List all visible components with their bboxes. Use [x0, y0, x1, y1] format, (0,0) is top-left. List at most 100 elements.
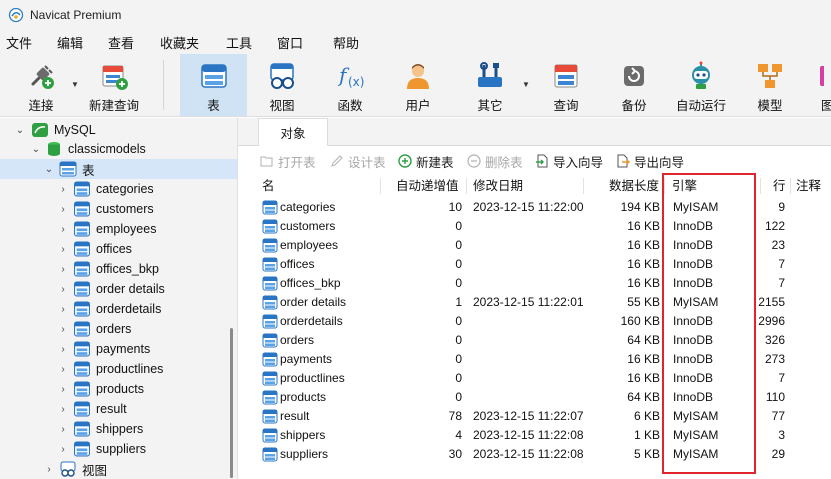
- tree-table-item[interactable]: › employees: [0, 219, 237, 239]
- menu-file[interactable]: 文件: [6, 33, 32, 52]
- table-button[interactable]: 表: [180, 54, 247, 116]
- menu-tools[interactable]: 工具: [226, 33, 252, 52]
- cell-data-length: 194 KB: [620, 200, 660, 214]
- tree-table-item[interactable]: › orders: [0, 319, 237, 339]
- table-row[interactable]: offices_bkp 0 16 KB InnoDB 7: [238, 274, 831, 293]
- tree-table-item[interactable]: › orderdetails: [0, 299, 237, 319]
- others-button[interactable]: 其它 ▼: [466, 54, 530, 116]
- table-row[interactable]: orderdetails 0 160 KB InnoDB 2996: [238, 312, 831, 331]
- new-table-button[interactable]: 新建表: [398, 152, 454, 170]
- chevron-right-icon[interactable]: ›: [58, 324, 68, 335]
- model-button[interactable]: 模型: [746, 54, 794, 116]
- chart-button[interactable]: 图: [808, 54, 831, 116]
- table-row[interactable]: customers 0 16 KB InnoDB 122: [238, 217, 831, 236]
- tree-table-item[interactable]: › categories: [0, 179, 237, 199]
- chevron-right-icon[interactable]: ›: [58, 384, 68, 395]
- tree-connection-mysql[interactable]: ⌄ MySQL: [0, 120, 237, 140]
- chevron-right-icon[interactable]: ›: [58, 404, 68, 415]
- tree-tables-group-label: 表: [82, 163, 95, 178]
- chevron-right-icon[interactable]: ›: [58, 204, 68, 215]
- tree-table-item[interactable]: › products: [0, 379, 237, 399]
- user-button[interactable]: 用户: [394, 54, 442, 116]
- table-row[interactable]: payments 0 16 KB InnoDB 273: [238, 350, 831, 369]
- tab-objects[interactable]: 对象: [258, 118, 328, 146]
- chevron-down-icon[interactable]: ⌄: [44, 164, 54, 175]
- table-icon: [74, 181, 90, 197]
- table-row[interactable]: products 0 64 KB InnoDB 110: [238, 388, 831, 407]
- tree-database-classicmodels[interactable]: ⌄ classicmodels: [0, 139, 237, 159]
- chevron-down-icon[interactable]: ⌄: [31, 144, 41, 155]
- automation-button[interactable]: 自动运行: [672, 54, 730, 116]
- main-toolbar: 连接 ▼ 新建查询 表 视图 f (x) 函数 用户 其它 ▼ 查询 备份 自动…: [0, 54, 831, 117]
- column-header-name[interactable]: 名: [262, 175, 275, 197]
- table-row[interactable]: shippers 4 2023-12-15 11:22:08 1 KB MyISAM 3: [238, 426, 831, 445]
- new-query-button[interactable]: 新建查询: [86, 54, 142, 116]
- column-header-engine[interactable]: 引擎: [672, 175, 697, 197]
- table-list: categories 10 2023-12-15 11:22:00 194 KB MyI…: [238, 197, 831, 479]
- sidebar-scrollbar[interactable]: [230, 328, 233, 478]
- tree-views-group[interactable]: › 视图: [0, 459, 237, 479]
- backup-button[interactable]: 备份: [610, 54, 658, 116]
- plus-circle-icon: [398, 154, 412, 168]
- tree-table-item[interactable]: › payments: [0, 339, 237, 359]
- chevron-right-icon[interactable]: ›: [58, 184, 68, 195]
- tree-tables-group[interactable]: ⌄ 表: [0, 159, 237, 179]
- tree-table-item[interactable]: › shippers: [0, 419, 237, 439]
- chevron-down-icon[interactable]: ⌄: [15, 125, 25, 136]
- table-row[interactable]: categories 10 2023-12-15 11:22:00 194 KB MyI…: [238, 198, 831, 217]
- design-table-button[interactable]: 设计表: [330, 152, 386, 170]
- menu-view[interactable]: 查看: [108, 33, 134, 52]
- cell-engine: InnoDB: [673, 390, 714, 404]
- chevron-right-icon[interactable]: ›: [44, 464, 54, 475]
- tree-table-item[interactable]: › suppliers: [0, 439, 237, 459]
- connect-dropdown-icon[interactable]: ▼: [71, 80, 79, 89]
- chevron-right-icon[interactable]: ›: [58, 244, 68, 255]
- chevron-right-icon[interactable]: ›: [58, 284, 68, 295]
- table-row[interactable]: offices 0 16 KB InnoDB 7: [238, 255, 831, 274]
- import-wizard-button[interactable]: 导入向导: [535, 152, 603, 170]
- chevron-right-icon[interactable]: ›: [58, 304, 68, 315]
- tree-table-item[interactable]: › offices_bkp: [0, 259, 237, 279]
- chevron-right-icon[interactable]: ›: [58, 264, 68, 275]
- column-header-data-length[interactable]: 数据长度: [609, 175, 659, 197]
- column-header-rows[interactable]: 行: [773, 175, 786, 197]
- table-row[interactable]: result 78 2023-12-15 11:22:07 6 KB MyISAM 77: [238, 407, 831, 426]
- table-row[interactable]: employees 0 16 KB InnoDB 23: [238, 236, 831, 255]
- view-button[interactable]: 视图: [258, 54, 306, 116]
- open-table-button[interactable]: 打开表: [260, 152, 316, 170]
- tree-table-item[interactable]: › customers: [0, 199, 237, 219]
- tree-table-item[interactable]: › order details: [0, 279, 237, 299]
- menu-window[interactable]: 窗口: [277, 33, 303, 52]
- column-header-comment[interactable]: 注释: [796, 175, 821, 197]
- menu-favorites[interactable]: 收藏夹: [160, 33, 199, 52]
- tree-table-item[interactable]: › offices: [0, 239, 237, 259]
- import-wizard-label: 导入向导: [553, 155, 604, 170]
- menu-help[interactable]: 帮助: [333, 33, 359, 52]
- table-row[interactable]: order details 1 2023-12-15 11:22:01 55 KB My…: [238, 293, 831, 312]
- cell-data-length: 16 KB: [627, 238, 660, 252]
- column-header-modified[interactable]: 修改日期: [473, 175, 523, 197]
- chevron-right-icon[interactable]: ›: [58, 224, 68, 235]
- delete-table-button[interactable]: 删除表: [467, 152, 523, 170]
- others-dropdown-icon[interactable]: ▼: [522, 80, 530, 89]
- chevron-right-icon[interactable]: ›: [58, 444, 68, 455]
- chevron-right-icon[interactable]: ›: [58, 364, 68, 375]
- chevron-right-icon[interactable]: ›: [58, 424, 68, 435]
- tree-table-item[interactable]: › result: [0, 399, 237, 419]
- table-row[interactable]: orders 0 64 KB InnoDB 326: [238, 331, 831, 350]
- tree-table-item[interactable]: › productlines: [0, 359, 237, 379]
- table-row[interactable]: productlines 0 16 KB InnoDB 7: [238, 369, 831, 388]
- tables-group-icon: [59, 161, 77, 177]
- table-icon: [262, 409, 278, 424]
- query-button[interactable]: 查询: [542, 54, 590, 116]
- cell-auto-increment: 78: [448, 409, 462, 423]
- function-button[interactable]: f (x) 函数: [326, 54, 374, 116]
- menu-edit[interactable]: 编辑: [57, 33, 83, 52]
- table-row[interactable]: suppliers 30 2023-12-15 11:22:08 5 KB MyISAM…: [238, 445, 831, 464]
- cell-engine: InnoDB: [673, 371, 714, 385]
- column-header-auto-increment[interactable]: 自动递增值: [396, 175, 459, 197]
- export-wizard-button[interactable]: 导出向导: [616, 152, 684, 170]
- connect-button[interactable]: 连接 ▼: [14, 54, 79, 116]
- column-separator: [790, 178, 791, 194]
- chevron-right-icon[interactable]: ›: [58, 344, 68, 355]
